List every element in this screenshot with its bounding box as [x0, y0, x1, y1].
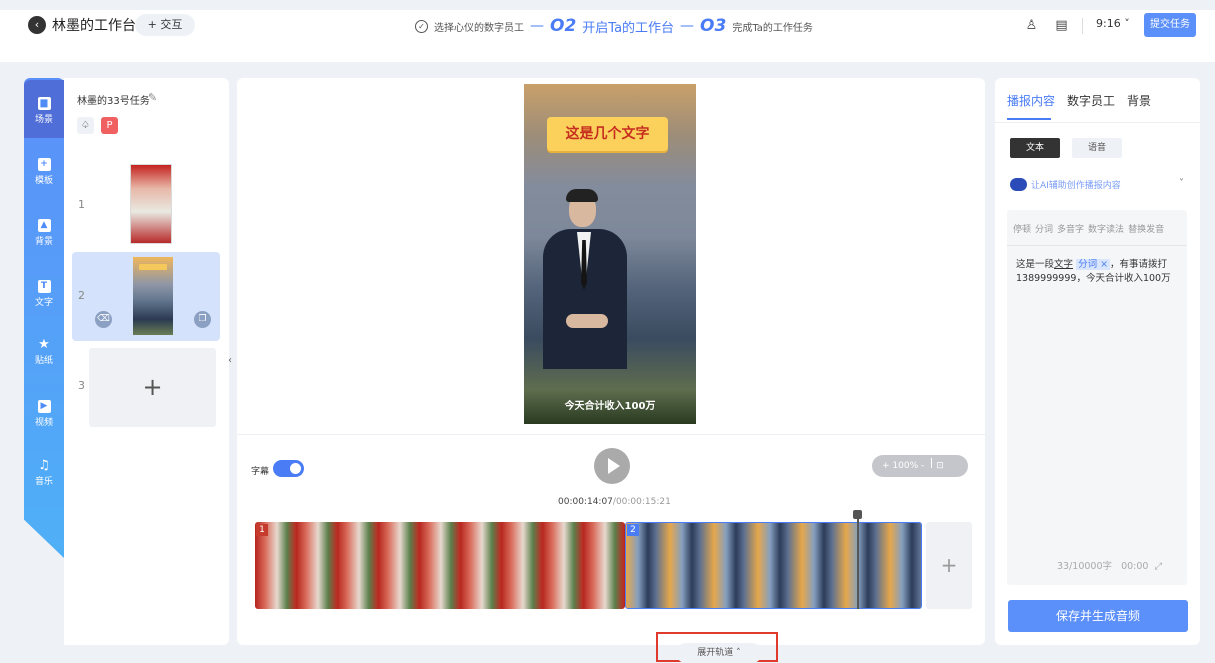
- ai-assist-row[interactable]: 让AI辅助创作播报内容: [1010, 178, 1121, 191]
- expand-icon[interactable]: ⤢: [1155, 561, 1163, 572]
- task-title: 林墨的33号任务: [77, 96, 150, 107]
- step-progress: ✓ 选择心仪的数字员工 — O2 开启Ta的工作台 — O3 完成Ta的工作任务: [415, 12, 813, 40]
- scene-number: 2: [78, 289, 85, 302]
- editor-toolbar: 停顿 分词 多音字 数字读法 替换发音: [1013, 222, 1164, 235]
- image-icon: ▲: [37, 219, 51, 232]
- segment-tag[interactable]: 分词 ×: [1076, 259, 1111, 270]
- timeline-clip-2[interactable]: [625, 522, 922, 609]
- step1-label: 选择心仪的数字员工: [434, 22, 524, 34]
- robot-icon: [1010, 178, 1027, 191]
- clip-number: 2: [627, 524, 639, 536]
- step3-label: 完成Ta的工作任务: [732, 22, 813, 34]
- nav-item-text[interactable]: T 文字: [24, 280, 64, 308]
- lock-icon[interactable]: ♤: [77, 117, 94, 134]
- zoom-divider: [931, 458, 933, 468]
- chevron-left-icon[interactable]: ‹: [28, 16, 46, 34]
- time-readout: 00:00:14:07/00:00:15:21: [558, 497, 671, 507]
- segment-text[interactable]: 文本: [1010, 138, 1060, 158]
- tool-polyphone[interactable]: 多音字: [1057, 222, 1084, 235]
- tab-background[interactable]: 背景: [1127, 92, 1151, 109]
- subtitle-toggle[interactable]: [273, 460, 304, 477]
- interact-button[interactable]: + 交互: [135, 14, 195, 36]
- nav-item-background[interactable]: ▲ 背景: [24, 219, 64, 247]
- edit-icon[interactable]: ✎: [148, 91, 157, 104]
- nav-item-template[interactable]: + 模板: [24, 158, 64, 186]
- tool-number-reading[interactable]: 数字读法: [1088, 222, 1124, 235]
- music-icon: ♫: [38, 458, 50, 473]
- add-scene-button[interactable]: +: [89, 348, 216, 427]
- copy-icon[interactable]: ❐: [194, 311, 211, 328]
- scene-number: 1: [78, 198, 85, 211]
- text-icon: T: [37, 280, 51, 293]
- digital-human-hands: [566, 314, 608, 328]
- char-count: 33/10000字 00:00 ⤢: [1057, 561, 1163, 572]
- page-title: 林墨的工作台: [52, 18, 136, 34]
- step2-label: 开启Ta的工作台: [582, 20, 675, 36]
- scene-number: 3: [78, 379, 85, 392]
- nav-item-music[interactable]: ♫ 音乐: [24, 459, 64, 487]
- delete-icon[interactable]: ⌫: [95, 311, 112, 328]
- separator: [1082, 18, 1083, 34]
- fit-screen-icon[interactable]: ⊡: [936, 461, 944, 471]
- zoom-control[interactable]: + 100% - ⊡: [872, 455, 968, 477]
- play-button[interactable]: [594, 448, 630, 484]
- thumbnail-title-tag: [139, 264, 167, 270]
- star-icon: ★: [38, 337, 50, 352]
- subtitle-label: 字幕: [251, 467, 270, 477]
- step2-number: O2: [550, 16, 577, 36]
- tool-pause[interactable]: 停顿: [1013, 222, 1031, 235]
- check-icon: ✓: [415, 19, 428, 33]
- document-icon[interactable]: ▤: [1053, 17, 1070, 34]
- nav-item-scene[interactable]: ▆ 场景: [24, 80, 64, 138]
- script-text[interactable]: 这是一段文字 分词 × ，有事请拨打1389999999，今天合计收入100万: [1016, 258, 1181, 286]
- p-badge-icon[interactable]: P: [101, 117, 118, 134]
- nav-item-sticker[interactable]: ★ 贴纸: [24, 338, 64, 366]
- chevron-down-icon[interactable]: ˅: [1179, 178, 1184, 189]
- aspect-ratio-select[interactable]: 9:16 ˅: [1096, 17, 1130, 30]
- template-icon: +: [37, 158, 51, 171]
- step-dash: —: [530, 18, 544, 34]
- step-dash: —: [680, 18, 695, 34]
- divider: [995, 122, 1200, 123]
- headline-text-sticker[interactable]: 这是几个文字: [547, 117, 668, 151]
- tool-replace-pronunciation[interactable]: 替换发音: [1128, 222, 1164, 235]
- playhead[interactable]: [857, 512, 859, 609]
- user-list-icon[interactable]: ♙: [1023, 17, 1040, 34]
- divider: [237, 434, 985, 435]
- video-icon: ▶: [37, 400, 51, 413]
- divider: [1007, 245, 1187, 246]
- submit-task-button[interactable]: 提交任务: [1144, 13, 1196, 37]
- playhead-handle[interactable]: [853, 510, 862, 519]
- segment-voice[interactable]: 语音: [1072, 138, 1122, 158]
- active-tab-indicator: [1007, 118, 1051, 120]
- tool-segment[interactable]: 分词: [1035, 222, 1053, 235]
- scene-icon: ▆: [37, 97, 51, 110]
- timeline-clip-1[interactable]: [255, 522, 625, 609]
- step3-number: O3: [700, 16, 727, 36]
- save-generate-audio-button[interactable]: 保存并生成音频: [1008, 600, 1188, 632]
- nav-item-video[interactable]: ▶ 视频: [24, 400, 64, 428]
- expand-track-button[interactable]: 展开轨道 ˄: [676, 643, 762, 663]
- subtitle-caption[interactable]: 今天合计收入100万: [524, 397, 696, 412]
- tab-broadcast-content[interactable]: 播报内容: [1007, 92, 1055, 109]
- digital-human-hair: [566, 189, 598, 202]
- scene-thumbnail-1[interactable]: [130, 164, 172, 244]
- tab-digital-employee[interactable]: 数字员工: [1067, 92, 1115, 109]
- add-clip-button[interactable]: +: [926, 522, 972, 609]
- clip-number: 1: [256, 524, 268, 536]
